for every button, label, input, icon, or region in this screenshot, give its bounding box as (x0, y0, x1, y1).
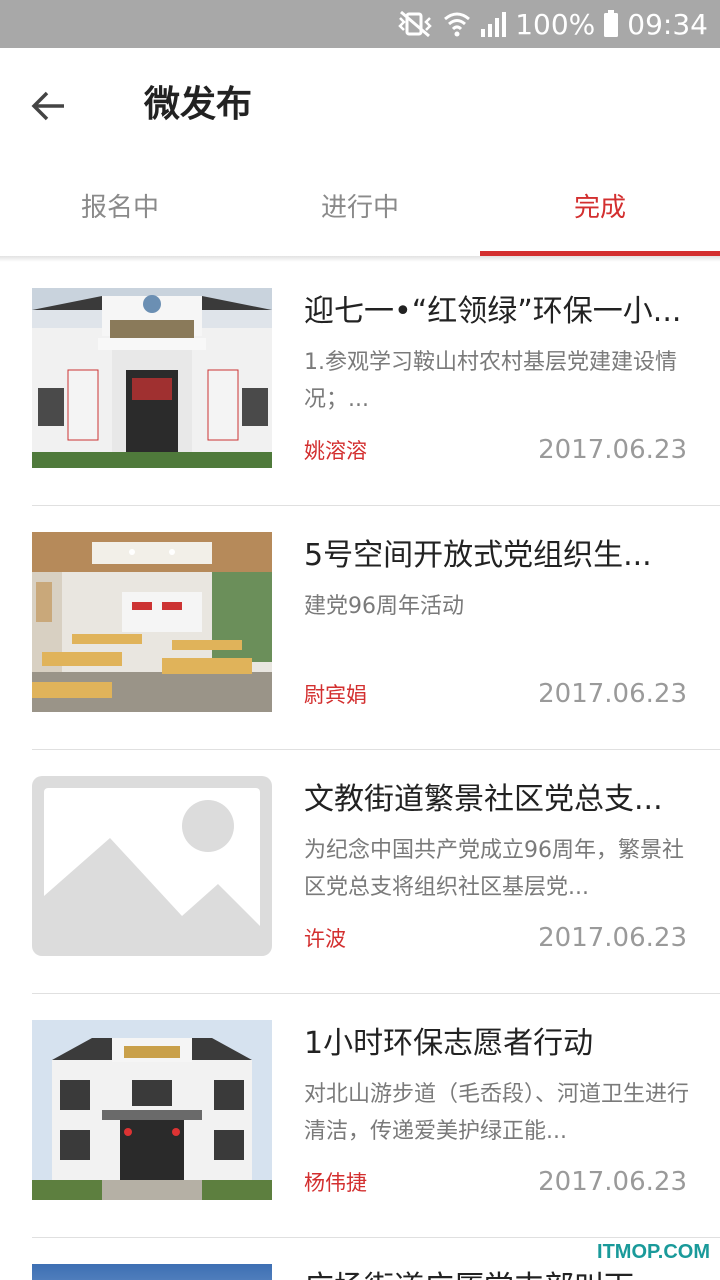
battery-percent: 100% (515, 7, 596, 41)
hall-photo (32, 1020, 272, 1200)
wifi-icon (443, 9, 471, 39)
item-author: 尉宾娟 (304, 683, 367, 707)
item-date: 2017.06.23 (538, 1167, 687, 1197)
vibrate-mute-icon (395, 9, 435, 39)
app-bar: 微发布 (0, 48, 720, 158)
item-title: 1小时环保志愿者行动 (304, 1026, 594, 1061)
list-item[interactable]: 迎七一•“红领绿”环保一小... 1.参观学习鞍山村农村基层党建建设情况；...… (0, 262, 720, 506)
item-date: 2017.06.23 (538, 679, 687, 709)
status-icons: 100% 09:34 (395, 0, 708, 48)
tab-completed[interactable]: 完成 (480, 158, 720, 256)
tab-signup[interactable]: 报名中 (0, 158, 240, 256)
watermark: ITMOP.COM (595, 1241, 712, 1264)
item-author: 姚溶溶 (304, 439, 367, 463)
item-description: 对北山游步道（毛岙段）、河道卫生进行清洁，传递爱美护绿正能... (304, 1082, 690, 1144)
item-description: 建党96周年活动 (304, 594, 464, 619)
item-description: 为纪念中国共产党成立96周年，繁景社区党总支将组织社区基层党... (304, 838, 684, 900)
item-photo (32, 1264, 272, 1280)
item-author: 杨伟捷 (304, 1171, 367, 1195)
battery-icon (603, 9, 619, 39)
item-author: 许波 (304, 927, 346, 951)
item-title: 5号空间开放式党组织生... (304, 538, 652, 573)
item-description: 1.参观学习鞍山村农村基层党建建设情况；... (304, 350, 677, 412)
item-title: 广场街道广厦党支部叫下 (304, 1264, 694, 1280)
tab-in-progress[interactable]: 进行中 (240, 158, 480, 256)
back-arrow-icon (31, 91, 64, 121)
signal-icon (479, 9, 507, 39)
list-item[interactable]: 1小时环保志愿者行动 对北山游步道（毛岙段）、河道卫生进行清洁，传递爱美护绿正能… (0, 994, 720, 1238)
activity-list: 迎七一•“红领绿”环保一小... 1.参观学习鞍山村农村基层党建建设情况；...… (0, 262, 720, 1280)
image-placeholder-icon (32, 776, 272, 956)
list-item[interactable]: 文教街道繁景社区党总支... 为纪念中国共产党成立96周年，繁景社区党总支将组织… (0, 750, 720, 994)
item-date: 2017.06.23 (538, 923, 687, 953)
back-button[interactable] (22, 80, 74, 132)
list-item[interactable]: 5号空间开放式党组织生... 建党96周年活动 尉宾娟 2017.06.23 (0, 506, 720, 750)
item-title: 文教街道繁景社区党总支... (304, 782, 663, 817)
status-bar: 100% 09:34 (0, 0, 720, 48)
page-title: 微发布 (144, 84, 253, 125)
tab-bar: 报名中 进行中 完成 (0, 158, 720, 256)
item-title: 迎七一•“红领绿”环保一小... (304, 294, 682, 329)
classroom-photo (32, 532, 272, 712)
building-photo (32, 288, 272, 468)
item-date: 2017.06.23 (538, 435, 687, 465)
clock: 09:34 (627, 7, 708, 41)
